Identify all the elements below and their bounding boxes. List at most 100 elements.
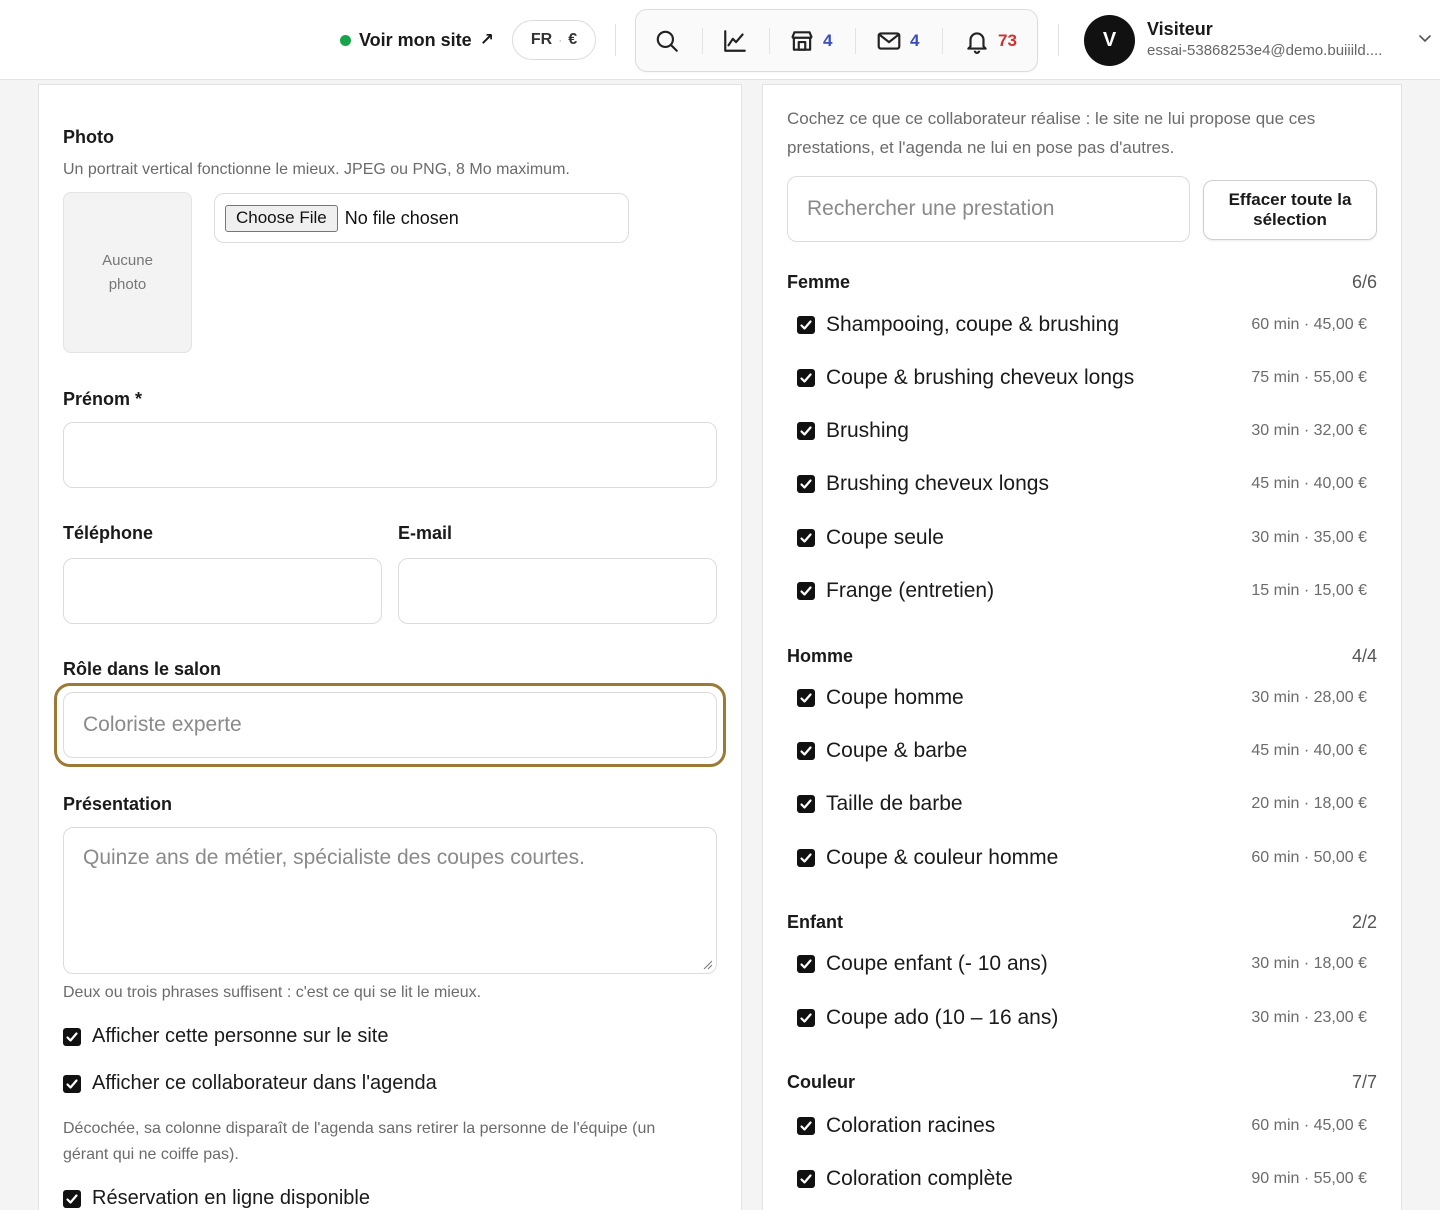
user-avatar[interactable]: V (1084, 15, 1135, 66)
mail-icon (877, 31, 901, 50)
service-row[interactable]: Frange (entretien) 15 min · 15,00 € (797, 577, 1367, 605)
messages-button[interactable]: 4 (876, 10, 919, 71)
shop-button[interactable]: 4 (789, 10, 832, 71)
toolbar-separator (769, 28, 770, 54)
checkbox-checked-icon[interactable] (797, 529, 815, 547)
service-row[interactable]: Coupe enfant (- 10 ans) 30 min · 18,00 € (797, 950, 1367, 978)
category-title: Homme (787, 646, 854, 666)
service-duration-price: 20 min · 18,00 € (1251, 795, 1367, 812)
search-button[interactable] (654, 10, 680, 71)
checkbox-checked-icon[interactable] (797, 955, 815, 973)
service-name: Taille de barbe (826, 792, 963, 815)
service-duration-price: 30 min · 23,00 € (1251, 1009, 1367, 1026)
checkbox-checked-icon[interactable] (797, 1117, 815, 1135)
choose-file-button[interactable]: Choose File (225, 204, 338, 232)
currency-label: € (568, 31, 578, 48)
checkbox-checked-icon[interactable] (797, 1009, 815, 1027)
view-site-link[interactable]: Voir mon site ↗ (340, 27, 494, 53)
phone-label: Téléphone (63, 523, 154, 543)
service-duration-price: 30 min · 18,00 € (1251, 955, 1367, 972)
service-row[interactable]: Coupe seule 30 min · 35,00 € (797, 524, 1367, 552)
checkbox-checked-icon[interactable] (797, 369, 815, 387)
notifications-button[interactable]: 73 (964, 10, 1017, 71)
category-title: Enfant (787, 912, 843, 932)
service-row[interactable]: Coupe & brushing cheveux longs 75 min · 5… (797, 364, 1367, 392)
show-on-site-label: Afficher cette personne sur le site (92, 1025, 389, 1047)
online-status-dot (340, 34, 351, 46)
first-name-input[interactable] (63, 422, 717, 488)
bio-textarea[interactable]: Quinze ans de métier, spécialiste des co… (63, 827, 717, 974)
checkbox-checked-icon[interactable] (797, 1170, 815, 1188)
view-site-label: Voir mon site (359, 29, 472, 50)
service-row[interactable]: Coupe homme 30 min · 28,00 € (797, 684, 1367, 712)
show-in-agenda-checkbox[interactable]: Afficher ce collaborateur dans l'agenda (63, 1072, 437, 1095)
toolbar-separator (942, 28, 943, 54)
resize-handle-icon[interactable] (703, 960, 713, 970)
clear-selection-button[interactable]: Effacer toute la sélection (1203, 180, 1377, 240)
service-row[interactable]: Coupe ado (10 – 16 ans) 30 min · 23,00 € (797, 1004, 1367, 1032)
service-duration-price: 30 min · 35,00 € (1251, 529, 1367, 546)
search-icon (656, 30, 678, 52)
service-name: Shampooing, coupe & brushing (826, 313, 1120, 336)
checkbox-checked-icon[interactable] (797, 689, 815, 707)
checkbox-checked-icon[interactable] (797, 582, 815, 600)
file-status: No file chosen (344, 207, 459, 228)
checkbox-checked-icon[interactable] (63, 1189, 81, 1208)
header-toolbar: 4 4 73 (635, 9, 1038, 72)
checkbox-checked-icon[interactable] (797, 475, 815, 493)
service-name: Brushing cheveux longs (826, 472, 1049, 495)
service-row[interactable]: Coloration racines 60 min · 45,00 € (797, 1112, 1367, 1140)
online-booking-checkbox[interactable]: Réservation en ligne disponible (63, 1187, 370, 1210)
services-intro: Cochez ce que ce collaborateur réalise :… (787, 109, 1316, 157)
bio-help: Deux ou trois phrases suffisent : c'est … (63, 984, 482, 1001)
checkbox-checked-icon[interactable] (63, 1074, 81, 1093)
service-duration-price: 60 min · 45,00 € (1251, 1117, 1367, 1134)
show-on-site-checkbox[interactable]: Afficher cette personne sur le site (63, 1025, 388, 1048)
bio-placeholder: Quinze ans de métier, spécialiste des co… (83, 846, 585, 869)
checkbox-checked-icon[interactable] (797, 742, 815, 760)
notifications-count: 73 (998, 30, 1017, 50)
service-name: Coupe homme (826, 686, 964, 709)
chart-line-icon (724, 29, 746, 52)
checkbox-checked-icon[interactable] (797, 849, 815, 867)
role-input[interactable]: Coloriste experte (63, 692, 717, 758)
service-name: Coupe enfant (- 10 ans) (826, 952, 1048, 975)
service-duration-price: 30 min · 28,00 € (1251, 689, 1367, 706)
service-duration-price: 60 min · 50,00 € (1251, 849, 1367, 866)
checkbox-checked-icon[interactable] (63, 1027, 81, 1046)
email-input[interactable] (398, 558, 717, 624)
top-bar: Voir mon site ↗ FR · € 4 4 73 V Visiteur… (0, 0, 1440, 80)
stats-button[interactable] (722, 10, 748, 71)
service-row[interactable]: Coupe & couleur homme 60 min · 50,00 € (797, 844, 1367, 872)
checkbox-checked-icon[interactable] (797, 795, 815, 813)
service-search-placeholder: Rechercher une prestation (807, 197, 1055, 220)
role-label: Rôle dans le salon (63, 659, 222, 679)
service-duration-price: 90 min · 55,00 € (1251, 1170, 1367, 1187)
service-duration-price: 75 min · 55,00 € (1251, 369, 1367, 386)
photo-file-input[interactable]: Choose File No file chosen (214, 193, 629, 243)
service-row[interactable]: Coloration complète 90 min · 55,00 € (797, 1165, 1367, 1193)
service-row[interactable]: Shampooing, coupe & brushing 60 min · 45,… (797, 311, 1367, 339)
header-divider (615, 24, 616, 56)
online-booking-label: Réservation en ligne disponible (92, 1187, 370, 1209)
service-duration-price: 45 min · 40,00 € (1251, 475, 1367, 492)
user-name[interactable]: Visiteur (1147, 19, 1213, 40)
chevron-down-icon[interactable] (1417, 30, 1433, 46)
service-name: Coloration racines (826, 1114, 996, 1137)
toolbar-separator (855, 28, 856, 54)
checkbox-checked-icon[interactable] (797, 316, 815, 334)
service-row[interactable]: Taille de barbe 20 min · 18,00 € (797, 790, 1367, 818)
category-count: 2/2 (1351, 912, 1377, 932)
service-row[interactable]: Brushing cheveux longs 45 min · 40,00 € (797, 470, 1367, 498)
service-duration-price: 15 min · 15,00 € (1251, 582, 1367, 599)
checkbox-checked-icon[interactable] (797, 422, 815, 440)
bell-icon (967, 31, 987, 54)
photo-help: Un portrait vertical fonctionne le mieux… (63, 161, 570, 178)
service-row[interactable]: Brushing 30 min · 32,00 € (797, 417, 1367, 445)
phone-input[interactable] (63, 558, 382, 624)
service-name: Coupe & barbe (826, 739, 968, 762)
service-search-input[interactable]: Rechercher une prestation (787, 176, 1190, 242)
language-currency-selector[interactable]: FR · € (512, 20, 596, 60)
service-name: Brushing (826, 419, 909, 442)
service-row[interactable]: Coupe & barbe 45 min · 40,00 € (797, 737, 1367, 765)
